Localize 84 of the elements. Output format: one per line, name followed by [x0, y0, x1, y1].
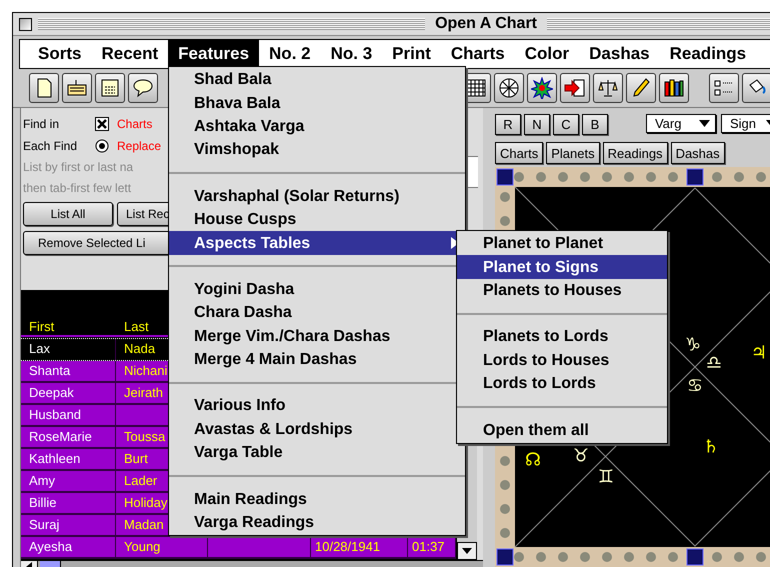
table-cell: Ayesha	[21, 537, 116, 557]
menu-title[interactable]: Features	[168, 40, 260, 68]
menu-item[interactable]: Shad Bala	[169, 68, 465, 92]
toolbar-button[interactable]	[742, 73, 770, 103]
starburst-icon	[531, 77, 553, 99]
chart-option-button[interactable]: B	[582, 114, 608, 135]
toolbar-button[interactable]	[62, 73, 92, 103]
chart-option-button[interactable]: N	[524, 114, 550, 135]
hint-text: List by first or last na	[23, 159, 134, 176]
sign-glyph: ♎	[706, 352, 722, 374]
toolbar-button[interactable]	[560, 73, 590, 103]
planet-glyph: ♃	[750, 342, 768, 364]
down-arrow-icon	[462, 548, 472, 554]
toolbar-button[interactable]	[527, 73, 557, 103]
menu-title[interactable]: Dashas	[579, 40, 660, 68]
menu-title[interactable]: Charts	[440, 40, 515, 68]
calculator-icon	[99, 77, 121, 99]
view-button[interactable]: Charts	[494, 142, 544, 164]
table-cell: Kathleen	[21, 449, 116, 469]
table-cell: Shanta	[21, 361, 116, 381]
toolbar-button[interactable]	[709, 73, 739, 103]
menu-title[interactable]: Sorts	[28, 40, 92, 68]
menu-title[interactable]: Color	[514, 40, 580, 68]
table-cell: Billie	[21, 493, 116, 513]
table-cell: Deepak	[21, 383, 116, 403]
menu-item[interactable]: Planet to Signs	[457, 255, 667, 279]
menu-item[interactable]: Lords to Lords	[457, 372, 667, 396]
planet-glyph: ☊	[524, 450, 541, 470]
toolbar-button[interactable]	[659, 73, 689, 103]
menu-title[interactable]: Print	[382, 40, 441, 68]
arrow-into-page-icon	[564, 77, 586, 99]
sign-glyph: ♉	[572, 446, 590, 466]
sign-glyph: ♑	[684, 334, 702, 356]
menu-item[interactable]: Ashtaka Varga	[169, 114, 465, 138]
chart-option-button[interactable]: R	[494, 114, 521, 135]
menu-item[interactable]: Open them all	[457, 418, 667, 442]
menu-item[interactable]: Planets to Houses	[457, 278, 667, 302]
toolbar-button[interactable]	[29, 73, 59, 103]
dropdown-arrow-icon	[698, 120, 710, 127]
close-box[interactable]	[19, 18, 32, 30]
option-label: Charts	[117, 116, 152, 130]
toolbar-button[interactable]	[593, 73, 623, 103]
table-cell: Husband	[21, 405, 116, 425]
column-header: First	[28, 319, 56, 334]
scroll-down-button[interactable]	[457, 542, 477, 560]
toolbar-button[interactable]	[95, 73, 125, 103]
option-label: Replace	[117, 138, 162, 152]
menu-title[interactable]: No. 3	[320, 40, 382, 68]
table-cell: RoseMarie	[21, 427, 116, 447]
speech-bubble-icon	[132, 77, 154, 99]
toolbar-button[interactable]	[494, 73, 524, 103]
table-cell: Suraj	[21, 515, 116, 535]
table-cell: Lax	[21, 339, 116, 360]
sign-glyph: ♋	[686, 376, 704, 396]
planet-glyph: ♄	[702, 436, 720, 458]
menu-item[interactable]: Vimshopak	[169, 138, 465, 162]
scale-icon	[597, 77, 619, 99]
table-cell: Amy	[21, 471, 116, 491]
table-row[interactable]: Ayesha Young 10/28/1941 01:37	[21, 537, 456, 559]
chart-option-button[interactable]: C	[552, 114, 579, 135]
menu-title[interactable]: Readings	[660, 40, 756, 68]
toolbar-button[interactable]	[626, 73, 656, 103]
menu-item[interactable]: Planets to Lords	[457, 325, 667, 349]
checkbox[interactable]	[95, 116, 109, 130]
wheel-icon	[498, 77, 520, 99]
books-icon	[663, 77, 685, 99]
sign-glyph: ♊	[598, 466, 614, 488]
view-button[interactable]: Planets	[546, 142, 600, 164]
view-button[interactable]: Dashas	[670, 142, 725, 164]
window-title: Open A Chart	[434, 15, 538, 33]
hint-text: then tab-first few lett	[23, 180, 132, 197]
view-button[interactable]: Readings	[602, 142, 668, 164]
field-label: Find in	[23, 116, 60, 130]
menu-title[interactable]: Recent	[91, 40, 168, 68]
dropdown[interactable]: Sign	[720, 114, 770, 133]
dropdown[interactable]: Varg	[646, 114, 716, 133]
radio-button[interactable]	[95, 138, 109, 152]
list-button[interactable]: List All	[23, 202, 113, 226]
menu-item[interactable]: Lords to Houses	[457, 348, 667, 372]
menu-title[interactable]: No. 2	[259, 40, 321, 68]
toolbar-button[interactable]	[128, 73, 158, 103]
menu-item[interactable]: Bhava Bala	[169, 91, 465, 115]
field-label: Each Find	[23, 138, 78, 152]
column-header: Last	[123, 319, 150, 334]
